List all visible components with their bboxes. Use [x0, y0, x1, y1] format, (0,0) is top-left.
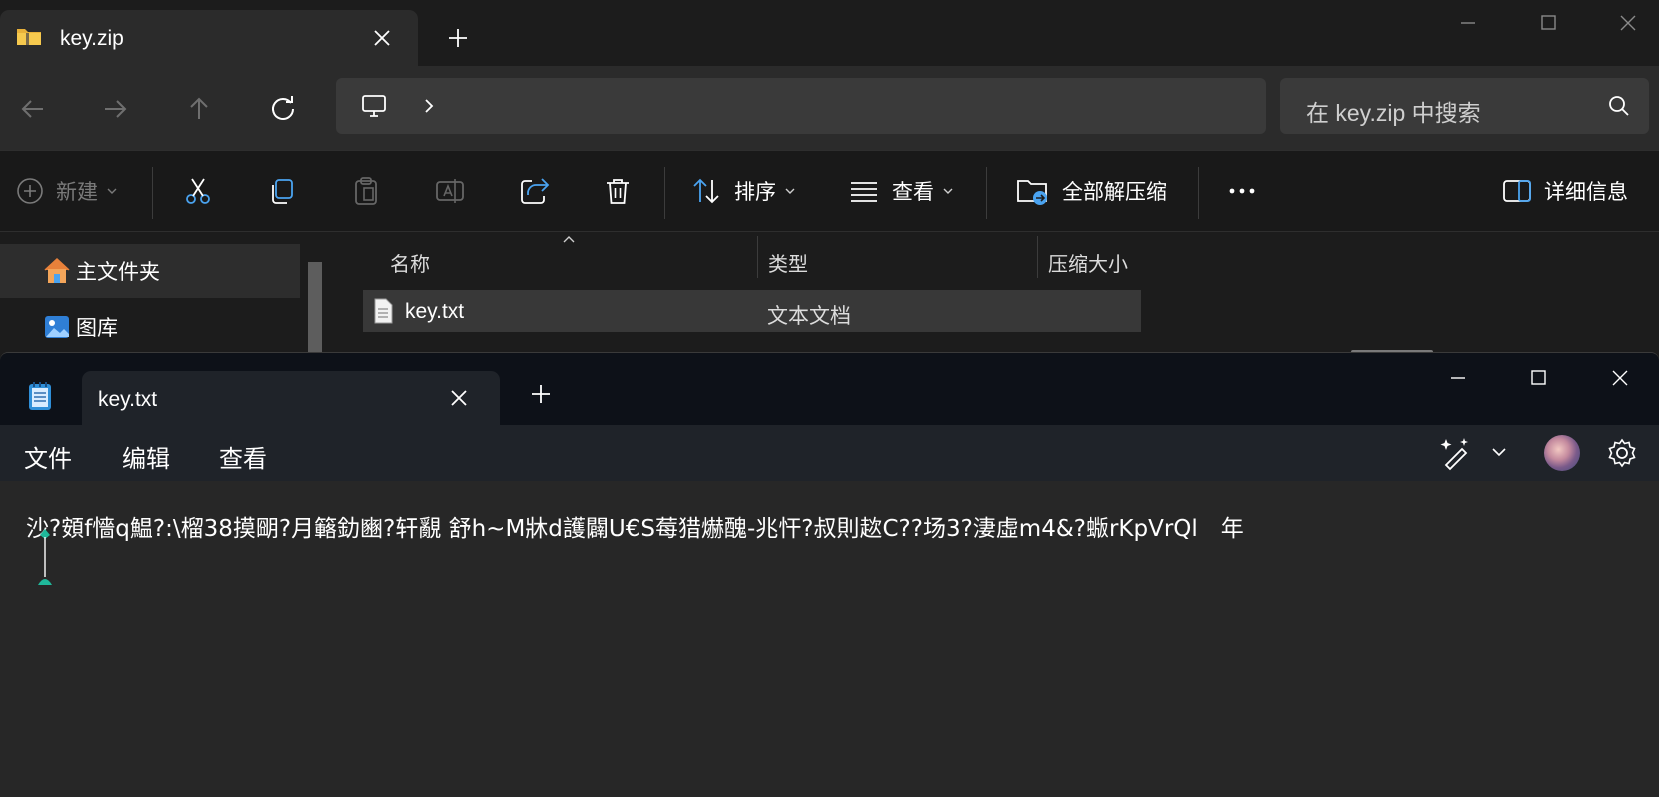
- extract-folder-icon: [1017, 180, 1047, 205]
- column-header-name[interactable]: 名称: [390, 242, 430, 282]
- zip-folder-icon: [17, 29, 41, 45]
- sort-button[interactable]: 排序: [690, 171, 796, 211]
- clipboard-icon: [355, 177, 377, 205]
- plus-circle-icon: [17, 178, 43, 204]
- file-row[interactable]: key.txt 文本文档: [363, 290, 1141, 332]
- explorer-tab-bar: key.zip: [0, 0, 1659, 66]
- scissors-icon: [186, 178, 210, 204]
- explorer-tab-title: key.zip: [60, 27, 124, 50]
- minimize-icon[interactable]: [1438, 6, 1498, 40]
- this-pc-icon: [362, 95, 386, 117]
- gallery-icon: [45, 316, 69, 338]
- sidebar-item-label: 主文件夹: [76, 261, 160, 284]
- new-tab-icon[interactable]: [528, 381, 554, 407]
- file-list: 名称 类型 压缩大小 key.txt 文本文档: [336, 232, 1141, 360]
- sidebar-item-home[interactable]: 主文件夹: [0, 244, 300, 298]
- share-button[interactable]: [518, 171, 550, 211]
- share-icon: [521, 178, 550, 204]
- copilot-rewrite-icon[interactable]: [1438, 435, 1474, 471]
- column-header-compressed-size[interactable]: 压缩大小: [1048, 242, 1128, 282]
- delete-button[interactable]: [602, 171, 634, 211]
- copy-icon: [272, 179, 293, 204]
- editor-text-content[interactable]: 沙?頞f懎q鰛?:\榴38摸朙?月簵釛豳?轩覶 舒h~M牀d護闢U€S莓猎爀醜-…: [26, 513, 1656, 545]
- new-button[interactable]: 新建: [16, 171, 118, 211]
- toolbar-divider: [664, 167, 665, 219]
- notepad-window: key.txt 文件 编辑 查看 沙?頞f懎q鰛?:\榴38摸朙?月簵釛豳?轩覶…: [0, 352, 1659, 797]
- rename-icon: [436, 179, 464, 203]
- copy-button[interactable]: [266, 171, 298, 211]
- explorer-tab-key-zip[interactable]: key.zip: [0, 10, 418, 66]
- chevron-down-icon[interactable]: [1490, 443, 1508, 461]
- sidebar-item-gallery[interactable]: 图库: [0, 300, 300, 354]
- notepad-tab-title: key.txt: [98, 388, 158, 411]
- new-button-label: 新建: [56, 181, 98, 204]
- text-caret-handle[interactable]: [36, 523, 54, 589]
- toolbar-divider: [1198, 167, 1199, 219]
- up-arrow-icon[interactable]: [182, 92, 216, 126]
- file-explorer-window: key.zip 在 key.zip 中搜索 新建 排序 查看 全部解压缩 详细信…: [0, 0, 1659, 360]
- chevron-down-icon: [107, 188, 117, 194]
- notepad-tab-key-txt[interactable]: key.txt: [82, 371, 500, 425]
- view-button-label: 查看: [892, 181, 934, 204]
- cut-button[interactable]: [182, 171, 214, 211]
- minimize-icon[interactable]: [1428, 361, 1488, 395]
- text-file-icon: [374, 298, 393, 324]
- toolbar-divider: [152, 167, 153, 219]
- notepad-title-bar: key.txt: [0, 353, 1659, 425]
- rename-button[interactable]: [434, 171, 466, 211]
- view-list-icon: [851, 182, 877, 202]
- search-placeholder: 在 key.zip 中搜索: [1306, 100, 1481, 126]
- explorer-navigation-bar: 在 key.zip 中搜索: [0, 66, 1659, 150]
- maximize-icon[interactable]: [1508, 361, 1568, 395]
- file-type: 文本文档: [767, 305, 851, 328]
- details-pane-label: 详细信息: [1544, 181, 1628, 204]
- toolbar-divider: [986, 167, 987, 219]
- back-arrow-icon[interactable]: [16, 92, 50, 126]
- window-close-icon[interactable]: [1590, 361, 1650, 395]
- column-divider[interactable]: [1037, 236, 1038, 278]
- details-pane-button[interactable]: 详细信息: [1502, 171, 1628, 211]
- sort-icon: [693, 178, 719, 204]
- chevron-down-icon: [943, 188, 953, 194]
- address-bar[interactable]: [336, 78, 1266, 134]
- paste-button[interactable]: [350, 171, 382, 211]
- more-options-button[interactable]: [1226, 171, 1258, 211]
- file-name: key.txt: [405, 300, 465, 323]
- trash-icon: [607, 179, 629, 204]
- chevron-down-icon: [785, 188, 795, 194]
- menu-file[interactable]: 文件: [24, 439, 72, 474]
- navigation-pane-scrollbar[interactable]: [308, 262, 322, 360]
- notepad-menu-bar: 文件 编辑 查看: [0, 425, 1659, 481]
- home-icon: [44, 257, 70, 283]
- new-tab-icon[interactable]: [444, 24, 472, 52]
- breadcrumb-chevron-icon[interactable]: [420, 96, 438, 116]
- column-header-type[interactable]: 类型: [768, 242, 808, 282]
- sort-ascending-icon: [563, 236, 575, 243]
- extract-all-label: 全部解压缩: [1062, 181, 1167, 204]
- more-dots-icon: [1229, 188, 1255, 194]
- menu-edit[interactable]: 编辑: [122, 439, 170, 474]
- notepad-app-icon: [29, 382, 51, 410]
- search-icon[interactable]: [1607, 94, 1631, 118]
- menu-view[interactable]: 查看: [219, 439, 267, 474]
- refresh-icon[interactable]: [266, 92, 300, 126]
- close-tab-icon[interactable]: [368, 24, 396, 52]
- forward-arrow-icon[interactable]: [98, 92, 132, 126]
- avatar[interactable]: [1544, 435, 1580, 471]
- sort-button-label: 排序: [734, 181, 776, 204]
- navigation-pane: 主文件夹 图库: [0, 232, 330, 360]
- column-divider[interactable]: [757, 236, 758, 278]
- maximize-icon[interactable]: [1518, 6, 1578, 40]
- details-pane-icon: [1503, 180, 1531, 202]
- window-close-icon[interactable]: [1598, 6, 1658, 40]
- extract-all-button[interactable]: 全部解压缩: [1016, 171, 1167, 211]
- explorer-command-bar: 新建 排序 查看 全部解压缩 详细信息: [0, 150, 1659, 232]
- text-editor-area[interactable]: 沙?頞f懎q鰛?:\榴38摸朙?月簵釛豳?轩覶 舒h~M牀d護闢U€S莓猎爀醜-…: [0, 481, 1659, 797]
- view-button[interactable]: 查看: [848, 171, 954, 211]
- gear-icon[interactable]: [1606, 437, 1638, 469]
- search-box[interactable]: 在 key.zip 中搜索: [1280, 78, 1649, 134]
- close-tab-icon[interactable]: [446, 385, 472, 411]
- sidebar-item-label: 图库: [76, 317, 118, 340]
